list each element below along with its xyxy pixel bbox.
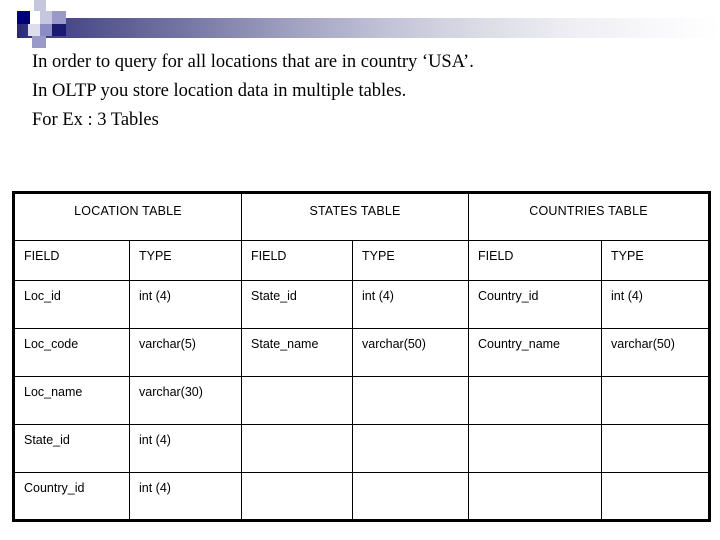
banner-square xyxy=(17,11,30,24)
banner-square xyxy=(30,11,40,24)
cell-empty xyxy=(241,376,354,425)
column-header-field-1: FIELD xyxy=(13,240,130,281)
column-header-type-2: TYPE xyxy=(352,240,470,281)
banner-square xyxy=(28,24,40,36)
banner-gradient-bar xyxy=(17,18,720,38)
table-group-header-row: LOCATION TABLE STATES TABLE COUNTRIES TA… xyxy=(13,192,710,241)
table-row: Loc_name varchar(30) xyxy=(13,376,710,425)
cell-type: int (4) xyxy=(352,280,470,329)
banner-square xyxy=(46,0,58,11)
cell-field: State_id xyxy=(241,280,354,329)
cell-field: Country_id xyxy=(468,280,603,329)
banner-square xyxy=(40,11,52,24)
cell-field: Loc_id xyxy=(13,280,130,329)
cell-type: varchar(50) xyxy=(601,328,710,377)
banner-square xyxy=(52,11,66,24)
schema-table: LOCATION TABLE STATES TABLE COUNTRIES TA… xyxy=(12,191,712,522)
decorative-banner xyxy=(0,0,720,48)
table-row: Loc_id int (4) State_id int (4) Country_… xyxy=(13,280,710,329)
cell-type: varchar(5) xyxy=(128,328,243,377)
cell-empty xyxy=(601,376,710,425)
cell-type: int (4) xyxy=(601,280,710,329)
cell-empty xyxy=(468,376,603,425)
table-row: State_id int (4) xyxy=(13,424,710,473)
body-line-2: In OLTP you store location data in multi… xyxy=(32,81,407,101)
cell-type: varchar(30) xyxy=(128,376,243,425)
table-row: Loc_code varchar(5) State_name varchar(5… xyxy=(13,328,710,377)
group-header-location: LOCATION TABLE xyxy=(13,192,243,241)
cell-field: State_id xyxy=(13,424,130,473)
cell-empty xyxy=(241,424,354,473)
banner-square xyxy=(32,36,46,48)
column-header-type-3: TYPE xyxy=(601,240,710,281)
body-line-1: In order to query for all locations that… xyxy=(32,52,474,72)
group-header-states: STATES TABLE xyxy=(241,192,470,241)
cell-field: State_name xyxy=(241,328,354,377)
column-header-type-1: TYPE xyxy=(128,240,243,281)
group-header-countries: COUNTRIES TABLE xyxy=(468,192,710,241)
cell-field: Country_id xyxy=(13,472,130,521)
cell-empty xyxy=(468,472,603,521)
column-header-field-2: FIELD xyxy=(241,240,354,281)
cell-empty xyxy=(601,424,710,473)
cell-empty xyxy=(352,376,470,425)
cell-type: int (4) xyxy=(128,424,243,473)
table-column-header-row: FIELD TYPE FIELD TYPE FIELD TYPE xyxy=(13,240,710,281)
cell-field: Country_name xyxy=(468,328,603,377)
cell-empty xyxy=(352,424,470,473)
banner-square xyxy=(52,24,66,36)
cell-empty xyxy=(241,472,354,521)
cell-field: Loc_code xyxy=(13,328,130,377)
table-row: Country_id int (4) xyxy=(13,472,710,521)
cell-empty xyxy=(601,472,710,521)
cell-field: Loc_name xyxy=(13,376,130,425)
cell-type: varchar(50) xyxy=(352,328,470,377)
cell-empty xyxy=(352,472,470,521)
body-line-3: For Ex : 3 Tables xyxy=(32,110,159,130)
column-header-field-3: FIELD xyxy=(468,240,603,281)
cell-type: int (4) xyxy=(128,472,243,521)
cell-empty xyxy=(468,424,603,473)
slide-body-text: In order to query for all locations that… xyxy=(32,48,692,135)
banner-square xyxy=(40,24,52,36)
cell-type: int (4) xyxy=(128,280,243,329)
banner-square xyxy=(34,0,46,11)
